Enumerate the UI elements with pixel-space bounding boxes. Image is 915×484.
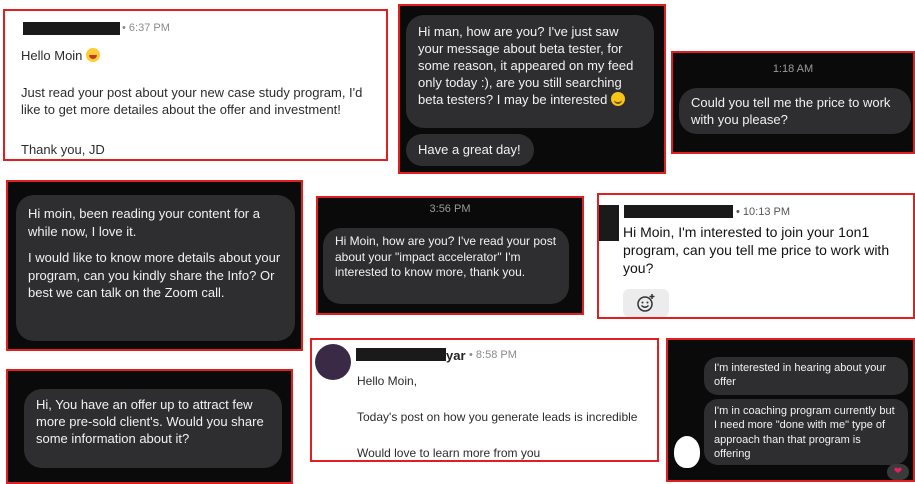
message-timestamp: 1:18 AM [772,63,814,75]
message-bubble: Hi Moin, how are you? I've read your pos… [323,228,569,304]
message-timestamp: 3:56 PM [429,203,471,215]
message-card-7: Hi, You have an offer up to attract few … [6,369,293,484]
message-bubble: Hi man, how are you? I've just saw your … [406,15,654,128]
message-card-4: Hi moin, been reading your content for a… [6,180,303,351]
message-card-8: yar • 8:58 PM Hello Moin, Today's post o… [310,338,659,462]
sender-avatar [674,436,700,468]
message-timestamp: • 10:13 PM [736,206,790,218]
message-bubble: I'm in coaching program currently but I … [704,399,908,465]
message-signoff: Thank you, JD [21,142,105,157]
message-card-3: 1:18 AM Could you tell me the price to w… [671,51,915,154]
add-reaction-button[interactable] [623,289,669,317]
smiling-face-emoji [610,91,625,106]
redacted-sender-name [624,205,733,218]
message-body: Hi Moin, I'm interested to join your 1on… [623,224,890,277]
message-timestamp: • 8:58 PM [469,349,517,361]
message-card-5: 3:56 PM Hi Moin, how are you? I've read … [316,196,584,315]
message-card-2: Hi man, how are you? I've just saw your … [398,4,666,174]
message-bubble: Have a great day! [406,134,534,166]
grinning-face-emoji [86,48,101,62]
redacted-sender-name [356,348,446,361]
message-card-1: • 6:37 PM Hello Moin Just read your post… [3,9,388,161]
message-bubble: Could you tell me the price to work with… [679,88,911,134]
add-reaction-icon [637,294,655,312]
message-card-6: • 10:13 PM Hi Moin, I'm interested to jo… [597,193,915,319]
redacted-sender-name [23,22,120,35]
message-line: Today's post on how you generate leads i… [357,410,638,424]
message-bubble: I'm interested in hearing about your off… [704,357,908,395]
redacted-avatar [599,205,619,241]
sender-name: yar [446,348,466,363]
message-timestamp: • 6:37 PM [122,22,170,34]
message-greeting: Hello Moin [21,48,101,65]
sender-avatar [315,344,351,380]
message-bubble: Hi, You have an offer up to attract few … [24,389,282,468]
message-card-9: I'm interested in hearing about your off… [666,338,915,482]
message-greeting: Hello Moin, [357,374,418,388]
message-line: Would love to learn more from you [357,446,541,460]
message-body: Just read your post about your new case … [21,85,363,117]
message-bubble: Hi moin, been reading your content for a… [16,195,295,341]
heart-reaction-icon: ❤ [887,464,909,480]
